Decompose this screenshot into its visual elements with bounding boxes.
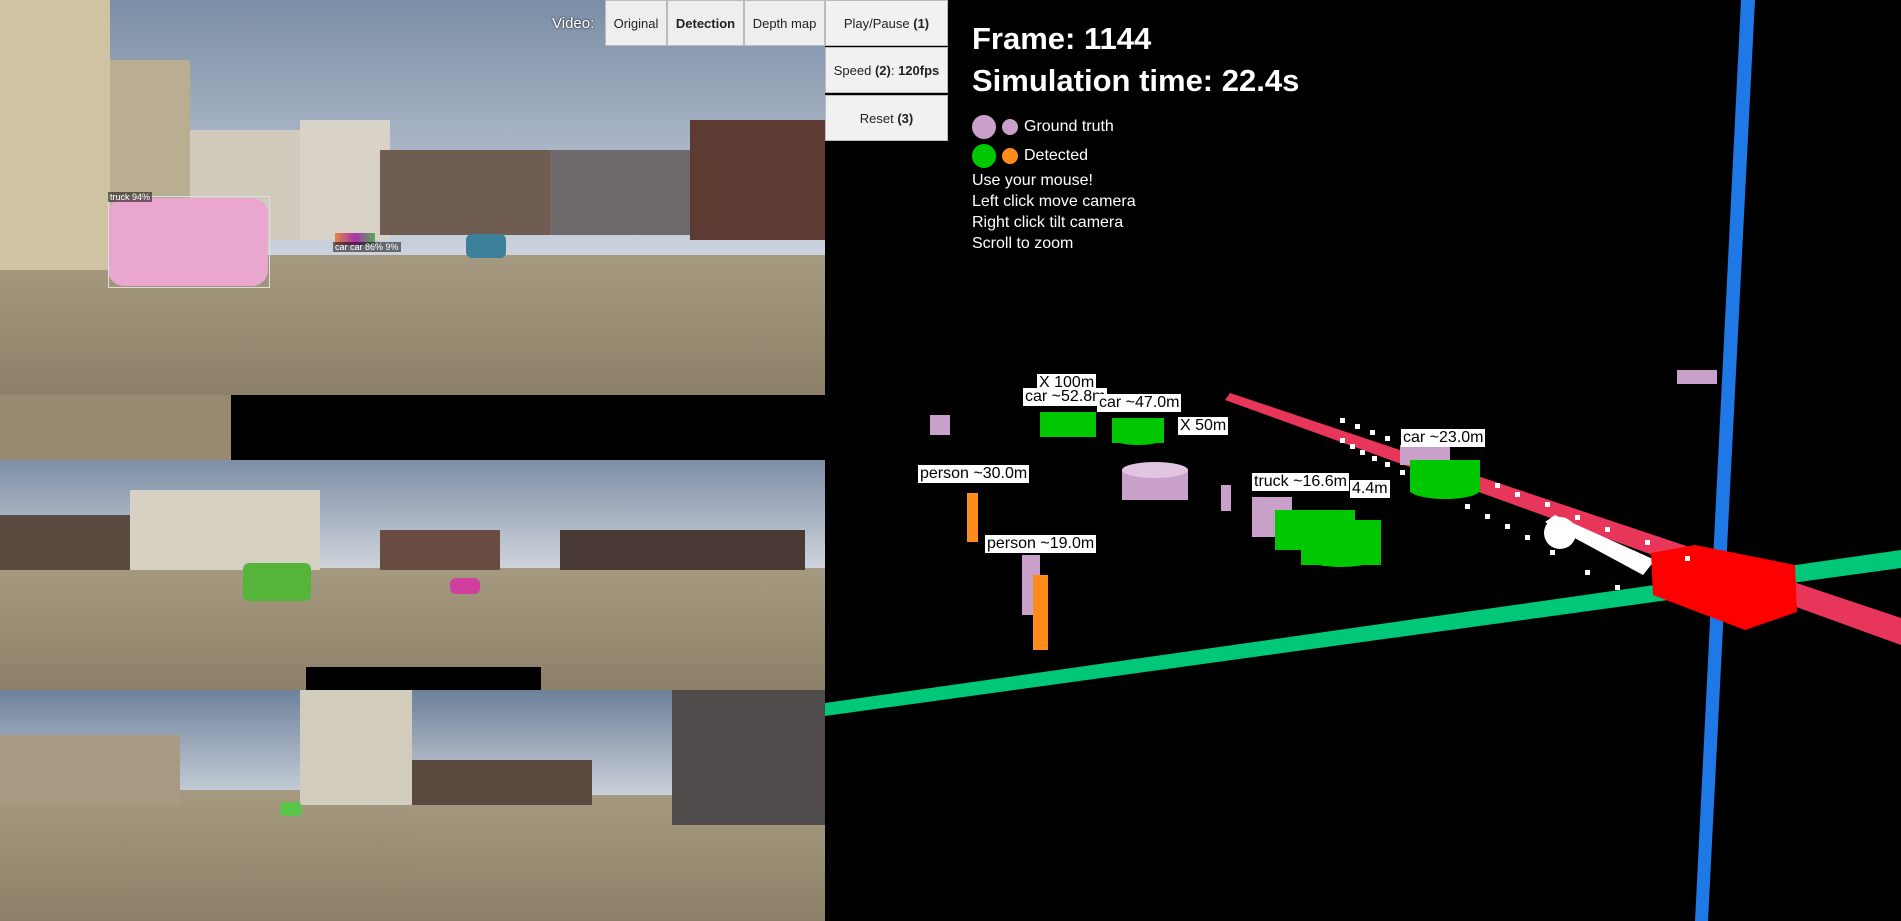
detection-label: Detection: [675, 15, 736, 31]
detected-small-dot-icon: [1002, 147, 1018, 164]
ground-truth-large-dot-icon: [972, 114, 996, 139]
label-car-23-0m: car ~23.0m: [1401, 429, 1486, 447]
label-person-19-0m: person ~19.0m: [985, 535, 1097, 553]
ground-truth-small-dot-icon: [1002, 118, 1018, 135]
label-truck-16-6m: truck ~16.6m: [1252, 473, 1349, 491]
left-camera-view: [0, 460, 825, 690]
speed-button[interactable]: Speed (2): 120fps: [825, 47, 948, 93]
detected-vehicle-small: [280, 802, 302, 816]
detection-button[interactable]: Detection: [667, 0, 744, 46]
hint-right-click: Right click tilt camera: [972, 214, 1124, 231]
label-4-4m: 4.4m: [1350, 480, 1390, 498]
front-camera-view: truck 94% car car 86% 9%: [0, 0, 825, 395]
detected-large-dot-icon: [972, 143, 996, 168]
car-detection-blue: [466, 234, 506, 258]
label-car-47-0m: car ~47.0m: [1097, 394, 1182, 412]
camera-feeds: truck 94% car car 86% 9%: [0, 0, 825, 921]
play-pause-key: (1): [913, 15, 930, 31]
truck-detection-tag: truck 94%: [108, 192, 153, 202]
simulation-time: Simulation time: 22.4s: [972, 63, 1300, 98]
depth-map-label: Depth map: [752, 15, 817, 31]
ground-truth-label: Ground truth: [1024, 117, 1114, 135]
reset-key: (3): [897, 110, 914, 126]
play-pause-button[interactable]: Play/Pause (1): [825, 0, 948, 46]
play-pause-label: Play/Pause: [843, 15, 910, 31]
car-detection-tag: car car 86% 9%: [333, 242, 401, 252]
hint-left-click: Left click move camera: [972, 193, 1136, 210]
rear-left-camera-view: [0, 690, 412, 921]
label-person-30-0m: person ~30.0m: [918, 465, 1030, 483]
ego-vehicle: [1651, 545, 1797, 630]
label-x-50m: X 50m: [1178, 417, 1229, 435]
z-axis: [1695, 0, 1755, 921]
hint-mouse: Use your mouse!: [972, 172, 1093, 189]
depth-map-button[interactable]: Depth map: [744, 0, 825, 46]
speed-key: (2): [874, 62, 891, 78]
rear-right-camera-view: [412, 690, 825, 921]
truck-bounding-box: [108, 196, 270, 288]
speed-value: 120fps: [898, 62, 940, 78]
legend-detected: Detected: [972, 141, 1299, 170]
reset-label: Reset: [859, 110, 894, 126]
reset-button[interactable]: Reset (3): [825, 95, 948, 141]
original-button[interactable]: Original: [605, 0, 667, 46]
frame-counter: Frame: 1144: [972, 21, 1152, 56]
detected-label: Detected: [1024, 146, 1089, 164]
video-label: Video:: [552, 15, 595, 32]
legend-ground-truth: Ground truth: [972, 112, 1299, 141]
ego-path-head: [1544, 517, 1576, 549]
info-panel: Frame: 1144 Simulation time: 22.4s Groun…: [972, 18, 1299, 254]
detected-vehicle-green: [243, 563, 311, 601]
ground-truth-objects: [930, 370, 1717, 615]
detected-vehicle-pink: [450, 578, 480, 594]
label-car-52-8m: car ~52.8m: [1023, 388, 1108, 406]
original-label: Original: [613, 15, 659, 31]
speed-label: Speed: [833, 62, 872, 78]
hint-scroll: Scroll to zoom: [972, 235, 1074, 252]
